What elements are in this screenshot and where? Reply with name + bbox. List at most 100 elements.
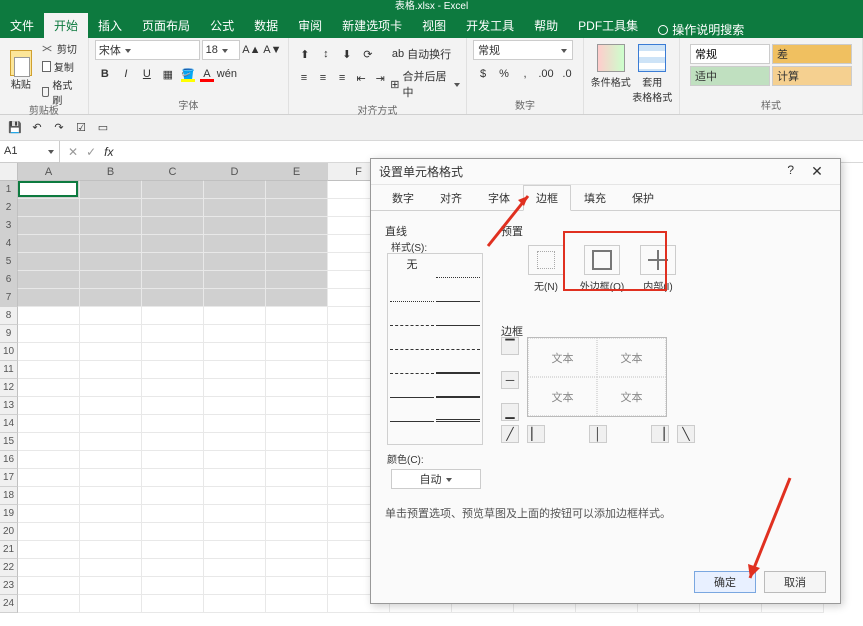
row-header[interactable]: 19 [0, 505, 18, 523]
cell[interactable] [142, 541, 204, 559]
underline-button[interactable]: U [137, 64, 157, 84]
cell[interactable] [266, 289, 328, 307]
cell[interactable] [18, 289, 80, 307]
cell[interactable] [204, 253, 266, 271]
line-style-option[interactable] [436, 304, 480, 326]
cell[interactable] [142, 469, 204, 487]
redo-button[interactable]: ↷ [50, 119, 68, 137]
cell[interactable] [266, 469, 328, 487]
cell[interactable] [142, 379, 204, 397]
cell[interactable] [142, 253, 204, 271]
cell[interactable] [142, 181, 204, 199]
cell[interactable] [18, 253, 80, 271]
cell[interactable] [204, 451, 266, 469]
row-header[interactable]: 24 [0, 595, 18, 613]
cell[interactable] [80, 397, 142, 415]
cell[interactable] [18, 307, 80, 325]
cell[interactable] [204, 271, 266, 289]
cell[interactable] [18, 415, 80, 433]
format-as-table-button[interactable]: 套用 表格格式 [632, 44, 674, 104]
cell[interactable] [266, 559, 328, 577]
line-style-option[interactable] [436, 400, 480, 422]
col-header[interactable]: B [80, 163, 142, 181]
active-cell[interactable] [18, 181, 78, 197]
italic-button[interactable]: I [116, 64, 136, 84]
row-headers[interactable]: 123456789101112131415161718192021222324 [0, 181, 18, 613]
col-header[interactable]: E [266, 163, 328, 181]
line-style-option[interactable] [436, 352, 480, 374]
cell[interactable] [18, 433, 80, 451]
close-button[interactable]: ✕ [802, 163, 832, 180]
cell[interactable] [142, 235, 204, 253]
line-style-option[interactable] [436, 376, 480, 398]
tab-home[interactable]: 开始 [44, 13, 88, 38]
tab-insert[interactable]: 插入 [88, 13, 132, 38]
cell[interactable] [266, 379, 328, 397]
cell-style-bad[interactable]: 差 [772, 44, 852, 64]
cell[interactable] [204, 397, 266, 415]
line-style-option[interactable] [390, 376, 434, 398]
cell[interactable] [18, 487, 80, 505]
qat-button[interactable]: ▭ [94, 119, 112, 137]
cell[interactable] [266, 577, 328, 595]
cell[interactable] [18, 541, 80, 559]
cell[interactable] [266, 595, 328, 613]
border-bottom-button[interactable]: ▁ [501, 403, 519, 421]
border-top-button[interactable]: ▔ [501, 337, 519, 355]
comma-button[interactable]: , [515, 64, 535, 84]
cell[interactable] [204, 217, 266, 235]
cell[interactable] [80, 235, 142, 253]
cell[interactable] [18, 469, 80, 487]
row-header[interactable]: 12 [0, 379, 18, 397]
cell-style-normal[interactable]: 常规 [690, 44, 770, 64]
tab-page-layout[interactable]: 页面布局 [132, 13, 200, 38]
row-header[interactable]: 11 [0, 361, 18, 379]
cell[interactable] [266, 433, 328, 451]
cell[interactable] [80, 289, 142, 307]
cell[interactable] [266, 487, 328, 505]
border-vmiddle-button[interactable]: │ [589, 425, 607, 443]
line-style-option[interactable] [436, 280, 480, 302]
cell[interactable] [204, 289, 266, 307]
cell[interactable] [142, 451, 204, 469]
cell[interactable] [142, 199, 204, 217]
decrease-font-button[interactable]: A▼ [263, 40, 282, 60]
row-header[interactable]: 8 [0, 307, 18, 325]
cell[interactable] [18, 235, 80, 253]
qat-button[interactable]: ☑ [72, 119, 90, 137]
row-header[interactable]: 1 [0, 181, 18, 199]
cell[interactable] [266, 361, 328, 379]
cell[interactable] [204, 379, 266, 397]
cell[interactable] [80, 271, 142, 289]
cell[interactable] [266, 199, 328, 217]
cell[interactable] [142, 433, 204, 451]
cell[interactable] [142, 397, 204, 415]
row-header[interactable]: 7 [0, 289, 18, 307]
tab-view[interactable]: 视图 [412, 13, 456, 38]
col-header[interactable]: A [18, 163, 80, 181]
line-style-option[interactable] [390, 328, 434, 350]
orientation-button[interactable]: ⟳ [358, 44, 378, 64]
fx-icon[interactable]: fx [104, 145, 113, 159]
cell[interactable] [266, 415, 328, 433]
cell[interactable] [204, 469, 266, 487]
cell[interactable] [266, 397, 328, 415]
cell[interactable] [18, 199, 80, 217]
border-diag-button[interactable]: ╱ [501, 425, 519, 443]
row-header[interactable]: 23 [0, 577, 18, 595]
cell[interactable] [80, 199, 142, 217]
font-color-button[interactable]: A [198, 64, 216, 84]
cell[interactable] [80, 433, 142, 451]
decrease-decimal-button[interactable]: .0 [557, 64, 577, 84]
border-preview[interactable]: 文本 文本 文本 文本 [527, 337, 667, 417]
save-button[interactable]: 💾 [6, 119, 24, 137]
cell[interactable] [266, 217, 328, 235]
enter-formula-button[interactable]: ✓ [86, 145, 96, 159]
row-header[interactable]: 2 [0, 199, 18, 217]
increase-font-button[interactable]: A▲ [242, 40, 261, 60]
cell[interactable] [18, 271, 80, 289]
cell[interactable] [142, 577, 204, 595]
cell[interactable] [18, 325, 80, 343]
cell[interactable] [142, 325, 204, 343]
align-center-button[interactable]: ≡ [314, 68, 332, 88]
